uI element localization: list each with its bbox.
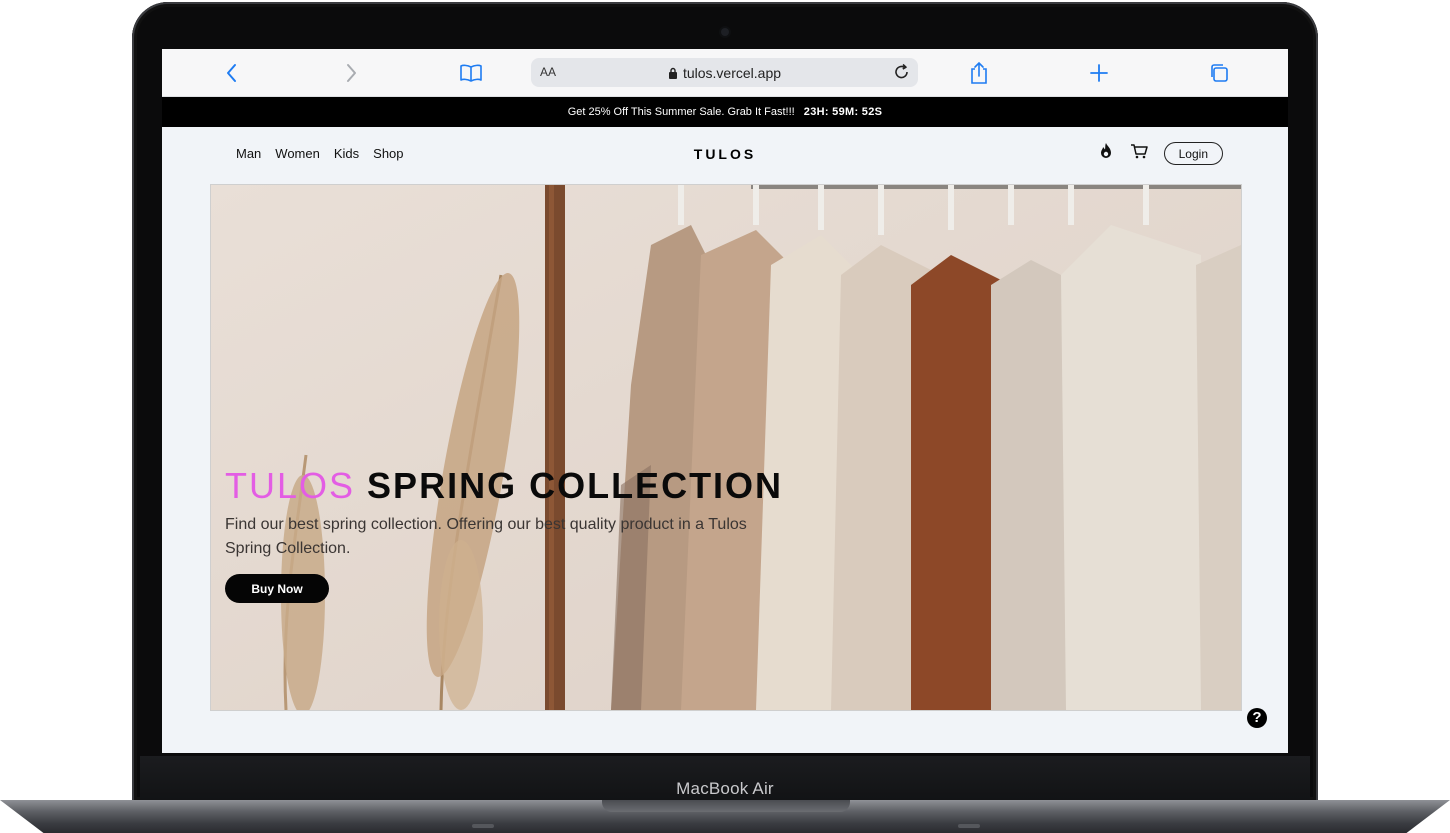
- site-nav: Man Women Kids Shop TULOS Login: [162, 127, 1288, 183]
- address-bar[interactable]: AA tulos.vercel.app: [531, 58, 918, 87]
- browser-toolbar: AA tulos.vercel.app: [162, 49, 1288, 97]
- login-button[interactable]: Login: [1163, 142, 1223, 165]
- back-icon[interactable]: [220, 61, 244, 85]
- promo-banner: Get 25% Off This Summer Sale. Grab It Fa…: [162, 97, 1288, 127]
- url-text: tulos.vercel.app: [682, 65, 782, 81]
- fire-icon[interactable]: [1098, 142, 1114, 165]
- laptop-notch: [602, 800, 850, 812]
- hero-title: TULOS SPRING COLLECTION: [225, 465, 783, 507]
- new-tab-icon[interactable]: [1087, 61, 1111, 85]
- cart-icon[interactable]: [1130, 143, 1148, 164]
- promo-text: Get 25% Off This Summer Sale. Grab It Fa…: [567, 106, 795, 118]
- forward-icon[interactable]: [339, 61, 363, 85]
- help-icon[interactable]: ?: [1247, 708, 1267, 728]
- nav-actions: Login: [1098, 142, 1223, 165]
- reload-icon[interactable]: [892, 62, 912, 82]
- hero-banner: TULOS SPRING COLLECTION Find our best sp…: [210, 184, 1242, 711]
- device-label: MacBook Air: [676, 779, 774, 798]
- bookmarks-icon[interactable]: [459, 61, 483, 85]
- laptop-foot: [472, 824, 494, 828]
- hero-image: [211, 185, 1241, 710]
- hero-subtitle: Find our best spring collection. Offerin…: [225, 516, 747, 557]
- lock-icon: [668, 66, 678, 82]
- hero-title-accent: TULOS: [225, 465, 356, 506]
- promo-timer: 23H: 59M: 52S: [803, 106, 883, 118]
- laptop-foot: [958, 824, 980, 828]
- hero-title-rest: SPRING COLLECTION: [367, 465, 784, 506]
- buy-now-button[interactable]: Buy Now: [225, 574, 329, 603]
- screen: AA tulos.vercel.app Get 25% Off This Sum…: [162, 49, 1288, 753]
- tabs-icon[interactable]: [1207, 61, 1231, 85]
- share-icon[interactable]: [967, 61, 991, 85]
- camera: [721, 28, 729, 36]
